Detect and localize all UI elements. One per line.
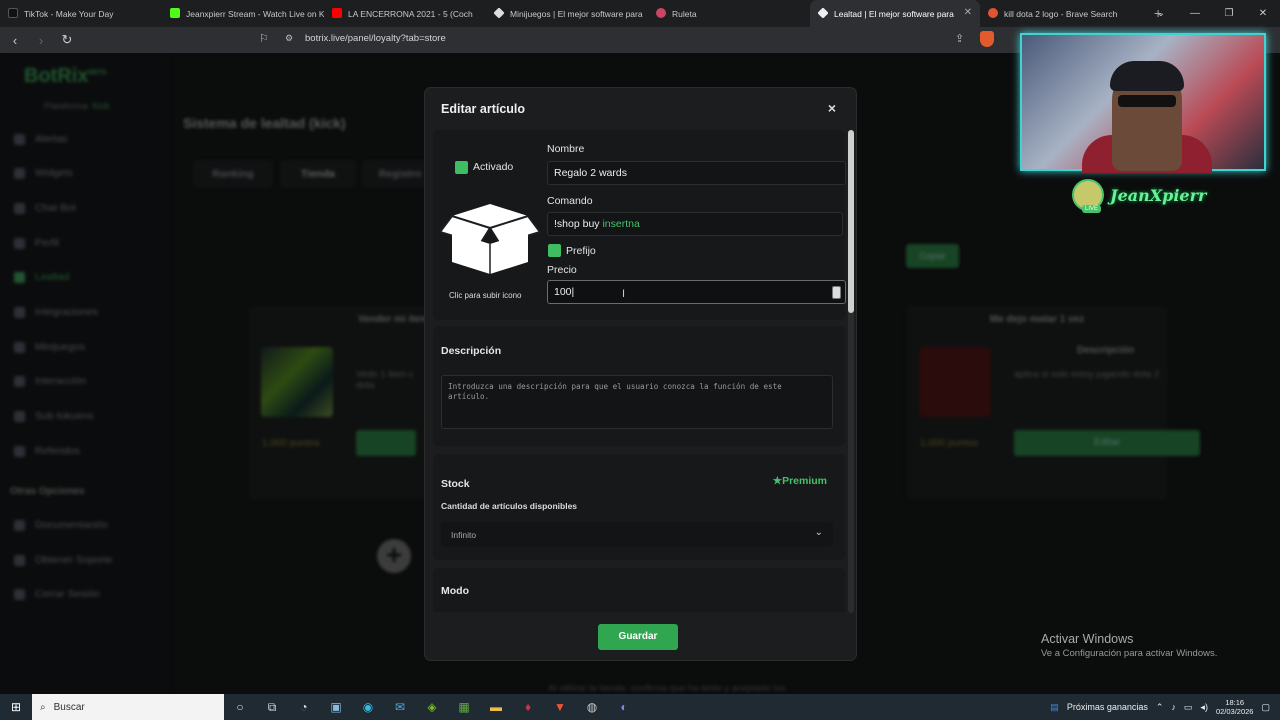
app-icon[interactable]: ♦ xyxy=(512,700,544,714)
live-badge: LIVE xyxy=(1082,205,1102,213)
prefix-checkbox[interactable] xyxy=(548,244,561,257)
modal-title: Editar artículo xyxy=(441,102,526,116)
window-controls: ⌄ — ❐ ✕ xyxy=(1144,0,1280,27)
text-caret: | xyxy=(571,286,575,298)
store-icon[interactable]: ▣ xyxy=(320,700,352,714)
webcam-hair xyxy=(1110,61,1184,91)
forward-icon[interactable]: › xyxy=(30,33,52,48)
browser-tab[interactable]: Jeanxpierr Stream - Watch Live on Ki xyxy=(162,0,324,27)
share-icon[interactable]: ⇪ xyxy=(955,32,964,45)
mode-label: Modo xyxy=(441,585,469,597)
tiktok-icon xyxy=(8,8,18,18)
number-spinner[interactable] xyxy=(832,286,841,299)
command-input[interactable]: !shop buy insertna xyxy=(547,212,843,236)
botrix-icon xyxy=(493,7,505,19)
clock[interactable]: 18:16 02/03/2026 xyxy=(1216,698,1254,716)
browser-tab[interactable]: Ruleta xyxy=(648,0,810,27)
brave-search-icon xyxy=(988,8,998,18)
taskbar-search[interactable]: ⌕ Buscar xyxy=(32,694,224,720)
description-label: Descripción xyxy=(441,345,502,357)
price-label: Precio xyxy=(547,264,577,276)
discord-icon[interactable]: ◐ xyxy=(608,700,640,714)
browser-tab[interactable]: kill dota 2 logo - Brave Search xyxy=(980,0,1142,27)
minecraft-icon[interactable]: ▦ xyxy=(448,700,480,714)
cortana-icon[interactable]: ○ xyxy=(224,700,256,714)
roulette-icon xyxy=(656,8,666,18)
mic-icon[interactable]: ♪ xyxy=(1171,702,1176,712)
upload-icon-label[interactable]: Clic para subir icono xyxy=(449,291,521,300)
notification-icon[interactable]: ▢ xyxy=(1261,702,1270,713)
webcam-overlay xyxy=(1020,33,1266,173)
windows-activation-title: Activar Windows xyxy=(1041,632,1134,646)
reload-icon[interactable]: ↻ xyxy=(56,32,78,48)
back-icon[interactable]: ‹ xyxy=(4,33,26,48)
stock-label: Stock xyxy=(441,478,470,490)
prefix-label: Prefijo xyxy=(566,245,596,257)
box-icon[interactable] xyxy=(438,202,542,274)
kick-icon xyxy=(170,8,180,18)
scrollbar-thumb[interactable] xyxy=(848,130,854,313)
browser-tab[interactable]: TikTok - Make Your Day xyxy=(0,0,162,27)
close-icon[interactable]: × xyxy=(828,100,836,116)
dropdown-icon[interactable]: ⌄ xyxy=(1144,0,1178,27)
description-textarea[interactable]: Introduzca una descripción para que el u… xyxy=(441,375,833,429)
browser-tab-active[interactable]: Lealtad | El mejor software para ✕ xyxy=(810,0,980,27)
item-basic-section: Activado Clic para subir icono Nombre Re… xyxy=(433,130,846,320)
webcam-glasses xyxy=(1118,95,1176,107)
description-section: Descripción Introduzca una descripción p… xyxy=(433,326,845,446)
chevron-up-icon[interactable]: ⌃ xyxy=(1156,702,1164,713)
premium-badge: ★Premium xyxy=(772,475,827,487)
stock-sub-label: Cantidad de artículos disponibles xyxy=(441,501,578,511)
streamer-name: JeanXpierr xyxy=(1110,185,1207,205)
windows-start-icon[interactable]: ⊞ xyxy=(0,700,32,714)
brave-icon[interactable]: ▼ xyxy=(544,700,576,714)
edit-item-modal: Editar artículo × Activado Clic para sub… xyxy=(424,87,857,661)
save-button[interactable]: Guardar xyxy=(598,624,678,650)
activated-checkbox[interactable] xyxy=(455,161,468,174)
speedtest-icon[interactable]: ◔ xyxy=(288,700,320,714)
mode-section: Modo xyxy=(433,568,845,612)
news-label[interactable]: Próximas ganancias xyxy=(1067,702,1148,712)
search-icon: ⌕ xyxy=(40,701,46,713)
price-input[interactable]: 100| xyxy=(547,280,846,304)
news-icon[interactable]: ▤ xyxy=(1050,702,1059,713)
browser-tab-bar: TikTok - Make Your Day Jeanxpierr Stream… xyxy=(0,0,1280,27)
edge-icon[interactable]: ◉ xyxy=(352,700,384,714)
modal-scrollbar[interactable] xyxy=(848,130,854,613)
close-tab-icon[interactable]: ✕ xyxy=(964,7,972,18)
network-icon[interactable]: ▭ xyxy=(1184,702,1193,713)
browser-tab[interactable]: Minijuegos | El mejor software para xyxy=(486,0,648,27)
close-window-icon[interactable]: ✕ xyxy=(1246,0,1280,27)
brave-shield-icon[interactable] xyxy=(980,31,994,47)
star-icon: ★ xyxy=(772,475,783,487)
chevron-down-icon: ⌄ xyxy=(814,527,823,538)
bookmark-icon[interactable]: ⚐ xyxy=(259,32,269,45)
browser-tab[interactable]: LA ENCERRONA 2021 - 5 (Coch xyxy=(324,0,486,27)
youtube-icon xyxy=(332,8,342,18)
mail-icon[interactable]: ✉ xyxy=(384,700,416,714)
modal-scroll-area[interactable]: Activado Clic para subir icono Nombre Re… xyxy=(433,130,846,612)
botrix-icon xyxy=(817,7,829,19)
activated-label: Activado xyxy=(473,161,514,173)
stock-section: Stock ★Premium Cantidad de artículos dis… xyxy=(433,454,845,560)
stock-select[interactable]: Infinito ⌄ xyxy=(441,522,833,547)
site-info-icon[interactable]: ⚙ xyxy=(285,33,293,44)
maximize-icon[interactable]: ❐ xyxy=(1212,0,1246,27)
obs-icon[interactable]: ◍ xyxy=(576,700,608,714)
text-cursor-icon: Ι xyxy=(622,288,626,300)
task-view-icon[interactable]: ⧉ xyxy=(256,700,288,715)
minimize-icon[interactable]: — xyxy=(1178,0,1212,27)
folder-icon[interactable]: ▬ xyxy=(480,700,512,714)
system-tray: ▤ Próximas ganancias ⌃ ♪ ▭ ◂) 18:16 02/03… xyxy=(1050,694,1280,720)
url-field[interactable]: botrix.live/panel/loyalty?tab=store xyxy=(305,33,446,44)
name-label: Nombre xyxy=(547,143,585,155)
command-label: Comando xyxy=(547,195,593,207)
name-input[interactable]: Regalo 2 wards xyxy=(547,161,846,185)
nvidia-icon[interactable]: ◈ xyxy=(416,700,448,714)
windows-activation-subtitle: Ve a Configuración para activar Windows. xyxy=(1041,648,1218,659)
volume-icon[interactable]: ◂) xyxy=(1200,702,1208,713)
taskbar: ⊞ ⌕ Buscar ○ ⧉ ◔ ▣ ◉ ✉ ◈ ▦ ▬ ♦ ▼ ◍ ◐ ▤ Pr… xyxy=(0,694,1280,720)
